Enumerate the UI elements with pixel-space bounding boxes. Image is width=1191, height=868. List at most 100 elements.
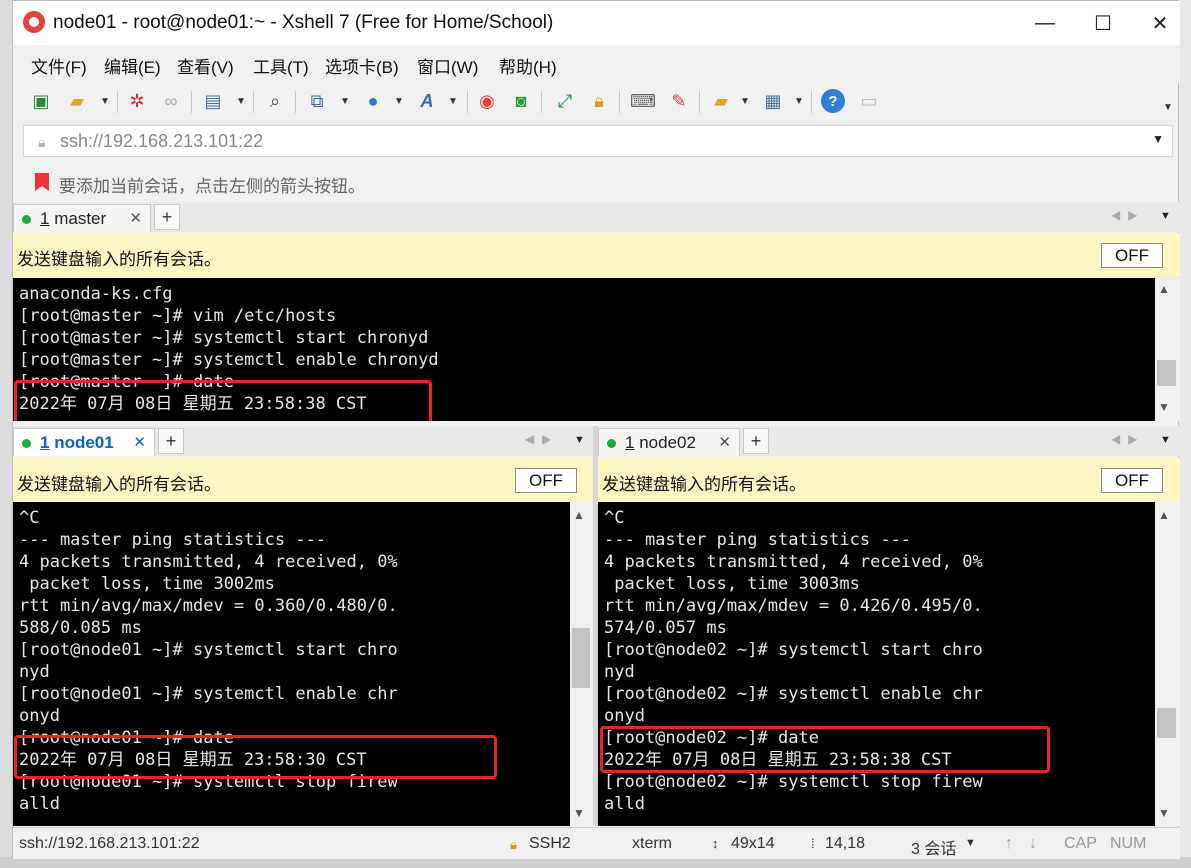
xftp-icon[interactable]: ◉ — [475, 89, 499, 113]
close-icon[interactable]: ✕ — [129, 209, 142, 227]
address-input[interactable]: ssh://192.168.213.101:22 — [60, 131, 263, 152]
layout-icon[interactable]: ▦ — [761, 89, 785, 113]
scroll-up-arrow-icon[interactable]: ↑ — [1005, 835, 1013, 853]
tab-scroll-arrows-icon[interactable]: ◀▶ — [1111, 208, 1145, 222]
send-all-toggle[interactable]: OFF — [515, 468, 577, 493]
font-dropdown-icon[interactable]: ▼ — [441, 89, 465, 113]
scroll-down-icon[interactable]: ▼ — [573, 806, 585, 820]
connected-status-icon — [22, 439, 31, 448]
node01-scrollbar[interactable]: ▲ ▼ — [570, 502, 593, 826]
toolbar-separator — [117, 91, 118, 113]
terminal-line: [root@master ~]# systemctl enable chrony… — [19, 350, 439, 370]
maximize-button[interactable]: ☐ — [1074, 1, 1132, 45]
terminal-node02[interactable]: ^C --- master ping statistics --- 4 pack… — [598, 502, 1155, 826]
title-bar[interactable]: node01 - root@node01:~ - Xshell 7 (Free … — [13, 1, 1180, 45]
status-protocol: SSH2 — [529, 835, 571, 852]
num-lock-indicator: NUM — [1110, 835, 1147, 852]
toolbar-separator — [467, 91, 468, 113]
terminal-line: packet loss, time 3002ms — [19, 574, 275, 594]
fullscreen-icon[interactable]: ⤢ — [553, 89, 577, 113]
minimize-button[interactable]: — — [1016, 1, 1074, 45]
cursor-position-icon: ⁞ — [811, 836, 815, 851]
terminal-line: 4 packets transmitted, 4 received, 0% — [604, 552, 983, 572]
transfer-dropdown-icon[interactable]: ▼ — [333, 89, 357, 113]
tab-master[interactable]: 1 master ✕ — [13, 204, 151, 232]
scroll-up-icon[interactable]: ▲ — [1158, 508, 1170, 522]
scroll-up-icon[interactable]: ▲ — [573, 508, 585, 522]
highlight-box — [14, 380, 432, 421]
font-icon[interactable]: A — [415, 89, 439, 113]
help-icon[interactable]: ? — [821, 89, 845, 113]
tab-node02[interactable]: 1 node02 ✕ — [598, 428, 740, 456]
scroll-down-arrow-icon[interactable]: ↓ — [1029, 835, 1037, 853]
terminal-line: [root@node02 ~]# systemctl stop firew — [604, 772, 983, 792]
disconnect-icon[interactable]: ✲ — [125, 89, 149, 113]
close-button[interactable]: ✕ — [1131, 1, 1189, 45]
new-tab-button[interactable]: + — [154, 204, 180, 230]
add-session-arrow-icon[interactable] — [35, 173, 49, 191]
open-dropdown-icon[interactable]: ▼ — [93, 89, 117, 113]
tab-group-dropdown-icon[interactable]: ▼ — [733, 89, 757, 113]
terminal-line: ^C — [604, 508, 625, 528]
status-terminal-type: xterm — [632, 835, 672, 852]
status-connection: ssh://192.168.213.101:22 — [19, 835, 200, 852]
xshell-app-icon — [23, 11, 45, 33]
menu-file[interactable]: 文件(F) — [31, 53, 87, 78]
properties-icon[interactable]: ▤ — [201, 89, 225, 113]
layout-dropdown-icon[interactable]: ▼ — [787, 89, 811, 113]
new-tab-button[interactable]: + — [158, 428, 184, 454]
menu-tabs[interactable]: 选项卡(B) — [325, 53, 399, 78]
find-icon[interactable]: ⌕ — [263, 89, 287, 113]
globe-icon[interactable]: ● — [361, 89, 385, 113]
new-tab-button[interactable]: + — [743, 428, 769, 454]
master-scrollbar[interactable]: ▲ ▼ — [1155, 278, 1180, 421]
sessions-dropdown-icon[interactable]: ▼ — [965, 837, 976, 849]
open-folder-icon[interactable]: ▰ — [65, 89, 89, 113]
menu-help[interactable]: 帮助(H) — [499, 53, 557, 78]
tab-list-dropdown-icon[interactable]: ▼ — [1160, 434, 1171, 446]
tab-list-dropdown-icon[interactable]: ▼ — [574, 434, 585, 446]
menu-tools[interactable]: 工具(T) — [253, 53, 309, 78]
toolbar-overflow-icon[interactable]: ▼ — [1156, 95, 1180, 119]
terminal-node01[interactable]: ^C --- master ping statistics --- 4 pack… — [13, 502, 570, 826]
reconnect-icon[interactable]: ∞ — [159, 89, 183, 113]
tab-list-dropdown-icon[interactable]: ▼ — [1160, 210, 1171, 222]
chat-icon[interactable]: ▭ — [857, 89, 881, 113]
scroll-thumb[interactable] — [1157, 708, 1176, 738]
lock-icon[interactable]: 🔒︎ — [587, 89, 611, 113]
address-bar[interactable]: 🔒︎ ssh://192.168.213.101:22 ▼ — [23, 125, 1173, 157]
terminal-line: [root@node01 ~]# systemctl enable chr — [19, 684, 398, 704]
toolbar-separator — [253, 91, 254, 113]
globe-dropdown-icon[interactable]: ▼ — [387, 89, 411, 113]
scroll-down-icon[interactable]: ▼ — [1158, 806, 1170, 820]
scroll-up-icon[interactable]: ▲ — [1158, 282, 1170, 296]
tab-node01-index: 1 — [40, 433, 50, 452]
xshell-window: node01 - root@node01:~ - Xshell 7 (Free … — [12, 0, 1180, 859]
terminal-master[interactable]: anaconda-ks.cfg [root@master ~]# vim /et… — [13, 278, 1155, 421]
xmanager-icon[interactable]: ◙ — [509, 89, 533, 113]
menu-edit[interactable]: 编辑(E) — [104, 53, 161, 78]
new-tab-group-icon[interactable]: ▰ — [709, 89, 733, 113]
menu-view[interactable]: 查看(V) — [177, 53, 234, 78]
tab-node01[interactable]: 1 node01 ✕ — [13, 428, 155, 456]
status-sessions[interactable]: 3 会话 — [911, 835, 956, 859]
address-dropdown-icon[interactable]: ▼ — [1152, 132, 1164, 146]
scroll-down-icon[interactable]: ▼ — [1158, 400, 1170, 414]
close-icon[interactable]: ✕ — [718, 433, 731, 451]
connected-status-icon — [607, 439, 616, 448]
tab-scroll-arrows-icon[interactable]: ◀▶ — [525, 432, 559, 446]
menu-window[interactable]: 窗口(W) — [417, 53, 478, 78]
properties-dropdown-icon[interactable]: ▼ — [229, 89, 253, 113]
send-all-toggle[interactable]: OFF — [1101, 243, 1163, 268]
toolbar-separator — [699, 91, 700, 113]
highlight-icon[interactable]: ✎ — [667, 89, 691, 113]
tab-scroll-arrows-icon[interactable]: ◀▶ — [1111, 432, 1145, 446]
new-session-icon[interactable]: ▣ — [29, 89, 53, 113]
scroll-thumb[interactable] — [572, 628, 590, 688]
scroll-thumb[interactable] — [1157, 360, 1176, 386]
send-all-toggle[interactable]: OFF — [1101, 468, 1163, 493]
transfer-icon[interactable]: ⧉ — [305, 89, 329, 113]
node02-scrollbar[interactable]: ▲ ▼ — [1155, 502, 1180, 826]
keyboard-icon[interactable]: ⌨ — [630, 89, 656, 113]
close-icon[interactable]: ✕ — [133, 433, 146, 451]
